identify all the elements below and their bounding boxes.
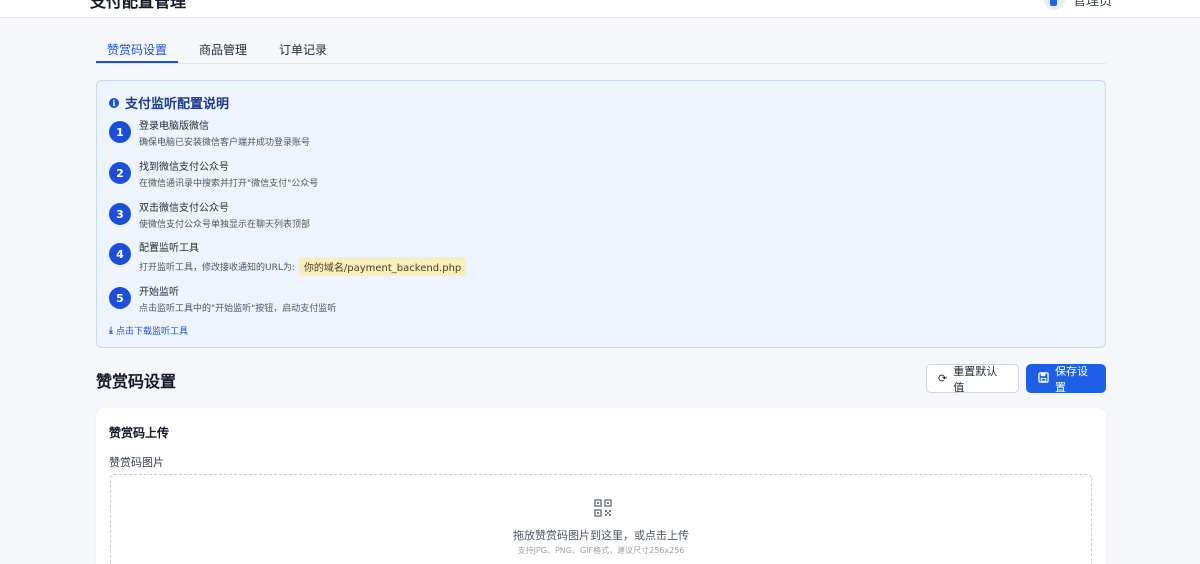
step-4: 4 配置监听工具 打开监听工具，修改接收通知的URL为: 你的域名/paymen…: [109, 239, 467, 276]
image-dropzone[interactable]: 拖放赞赏码图片到这里，或点击上传 支持JPG、PNG、GIF格式，建议尺寸256…: [110, 474, 1092, 564]
tab-orders[interactable]: 订单记录: [268, 32, 338, 63]
step-title: 找到微信支付公众号: [139, 162, 229, 173]
info-title-text: 支付监听配置说明: [125, 97, 230, 112]
step-5: 5 开始监听 点击监听工具中的"开始监听"按钮，启动支付监听: [109, 283, 336, 314]
refresh-icon: ⟳: [938, 372, 948, 385]
step-desc: 确保电脑已安装微信客户端并成功登录账号: [139, 138, 311, 148]
tab-products[interactable]: 商品管理: [188, 32, 258, 63]
upload-card: 赞赏码上传 赞赏码图片 拖放赞赏码图片到这里，或点击上传 支持JPG、PNG、G…: [96, 408, 1106, 564]
reset-defaults-button[interactable]: ⟳ 重置默认值: [926, 364, 1019, 394]
step-number: 3: [109, 203, 131, 225]
step-number: 4: [109, 243, 131, 265]
step-desc: 在微信通讯录中搜索并打开"微信支付"公众号: [139, 179, 319, 189]
qrcode-icon: [594, 499, 612, 517]
step-number: 5: [109, 287, 131, 309]
top-header: 支付配置管理 管理员: [0, 0, 1200, 18]
step-title: 双击微信支付公众号: [139, 203, 229, 214]
download-label: 点击下载监听工具: [115, 327, 188, 337]
save-icon: [1038, 372, 1049, 385]
step-desc: 打开监听工具，修改接收通知的URL为: 你的域名/payment_backend…: [139, 257, 467, 276]
step-desc-text: 打开监听工具，修改接收通知的URL为:: [139, 263, 295, 273]
step-title: 开始监听: [139, 287, 179, 298]
step-3: 3 双击微信支付公众号 使微信支付公众号单独显示在聊天列表顶部: [109, 199, 310, 230]
page-title: 支付配置管理: [90, 0, 187, 11]
drop-format-hint: 支持JPG、PNG、GIF格式，建议尺寸256x256: [517, 546, 685, 555]
user-icon: [1050, 0, 1058, 6]
avatar: [1042, 0, 1065, 10]
step-number: 1: [109, 121, 131, 143]
field-label: 赞赏码图片: [109, 456, 164, 469]
card-title: 赞赏码上传: [109, 426, 170, 440]
step-title: 配置监听工具: [139, 243, 199, 254]
user-name: 管理员: [1072, 0, 1112, 9]
user-menu[interactable]: 管理员: [1042, 0, 1112, 10]
download-tool-link[interactable]: ⤓ 点击下载监听工具: [109, 324, 188, 338]
step-title: 登录电脑版微信: [139, 121, 209, 132]
step-2: 2 找到微信支付公众号 在微信通讯录中搜索并打开"微信支付"公众号: [109, 158, 318, 189]
tab-reward-code[interactable]: 赞赏码设置: [96, 32, 179, 63]
drop-instructions: 拖放赞赏码图片到这里，或点击上传: [513, 529, 689, 542]
save-label: 保存设置: [1055, 364, 1088, 394]
reset-label: 重置默认值: [953, 364, 998, 394]
info-title: i 支付监听配置说明: [109, 93, 229, 112]
tab-bar: 赞赏码设置 商品管理 订单记录: [96, 32, 1106, 64]
step-desc: 点击监听工具中的"开始监听"按钮，启动支付监听: [139, 304, 337, 314]
section-title: 赞赏码设置: [96, 372, 177, 391]
download-icon: ⤓: [109, 325, 113, 336]
step-desc: 使微信支付公众号单独显示在聊天列表顶部: [139, 220, 311, 230]
save-settings-button[interactable]: 保存设置: [1026, 364, 1106, 394]
step-1: 1 登录电脑版微信 确保电脑已安装微信客户端并成功登录账号: [109, 117, 310, 148]
info-icon: i: [109, 97, 119, 108]
monitor-config-info: i 支付监听配置说明 1 登录电脑版微信 确保电脑已安装微信客户端并成功登录账号…: [96, 80, 1106, 348]
callback-url-code: 你的域名/payment_backend.php: [298, 257, 467, 276]
step-number: 2: [109, 162, 131, 184]
